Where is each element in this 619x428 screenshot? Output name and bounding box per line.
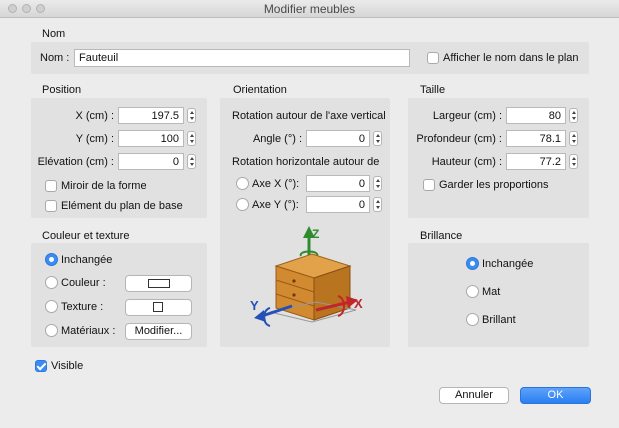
axis-y-label: Axe Y (°): bbox=[252, 199, 299, 211]
y-input[interactable]: 100 bbox=[118, 130, 184, 147]
angle-stepper[interactable] bbox=[373, 131, 382, 146]
width-input[interactable]: 80 bbox=[506, 107, 566, 124]
base-plan-item-label: Elément du plan de base bbox=[61, 200, 183, 212]
y-label: Y (cm) : bbox=[75, 133, 114, 145]
base-plan-item-checkbox[interactable] bbox=[45, 200, 57, 212]
materials-radio[interactable] bbox=[45, 324, 58, 337]
shiny-label: Brillant bbox=[482, 314, 516, 326]
color-texture-section-header: Couleur et texture bbox=[42, 230, 130, 242]
y-rotation-arc bbox=[263, 307, 271, 327]
window-title: Modifier meubles bbox=[263, 2, 356, 16]
position-section-header: Position bbox=[42, 84, 82, 96]
height-label: Hauteur (cm) : bbox=[431, 156, 502, 168]
angle-label: Angle (°) : bbox=[252, 133, 302, 145]
color-swatch bbox=[148, 279, 170, 288]
materials-label: Matériaux : bbox=[61, 325, 116, 337]
axis-y-stepper[interactable] bbox=[373, 197, 382, 212]
size-section-header: Taille bbox=[420, 84, 446, 96]
show-name-in-plan-label: Afficher le nom dans le plan bbox=[443, 52, 579, 64]
modify-materials-button[interactable]: Modifier... bbox=[125, 323, 192, 340]
axis-y-input[interactable]: 0 bbox=[306, 196, 370, 213]
axis-y-radio[interactable] bbox=[236, 198, 249, 211]
height-stepper[interactable] bbox=[569, 154, 578, 169]
color-radio[interactable] bbox=[45, 276, 58, 289]
elevation-stepper[interactable] bbox=[187, 154, 196, 169]
x-label: X (cm) : bbox=[75, 110, 115, 122]
vertical-rotation-label: Rotation autour de l'axe vertical bbox=[232, 110, 386, 122]
unchanged-color-radio[interactable] bbox=[45, 253, 58, 266]
visible-label: Visible bbox=[51, 360, 84, 372]
shininess-unchanged-radio[interactable] bbox=[466, 257, 479, 270]
mirror-shape-label: Miroir de la forme bbox=[61, 180, 147, 192]
matt-radio[interactable] bbox=[466, 285, 479, 298]
elevation-input[interactable]: 0 bbox=[118, 153, 184, 170]
matt-label: Mat bbox=[482, 286, 501, 298]
texture-swatch bbox=[153, 302, 163, 312]
keep-proportions-checkbox[interactable] bbox=[423, 179, 435, 191]
depth-stepper[interactable] bbox=[569, 131, 578, 146]
texture-label: Texture : bbox=[61, 301, 104, 313]
unchanged-color-label: Inchangée bbox=[61, 254, 113, 266]
height-input[interactable]: 77.2 bbox=[506, 153, 566, 170]
keep-proportions-label: Garder les proportions bbox=[439, 179, 549, 191]
visible-checkbox[interactable] bbox=[35, 360, 47, 372]
x-axis-label: X bbox=[354, 296, 363, 311]
axis-x-radio[interactable] bbox=[236, 177, 249, 190]
depth-input[interactable]: 78.1 bbox=[506, 130, 566, 147]
y-axis-label: Y bbox=[250, 298, 259, 313]
x-stepper[interactable] bbox=[187, 108, 196, 123]
axis-x-input[interactable]: 0 bbox=[306, 175, 370, 192]
color-label: Couleur : bbox=[61, 277, 106, 289]
name-label: Nom : bbox=[40, 52, 70, 64]
name-section-header: Nom bbox=[42, 28, 66, 40]
ok-button[interactable]: OK bbox=[520, 387, 591, 404]
drawer-knob-1 bbox=[292, 279, 296, 283]
depth-label: Profondeur (cm) : bbox=[416, 133, 502, 145]
drawer-knob-2 bbox=[292, 293, 296, 297]
texture-radio[interactable] bbox=[45, 300, 58, 313]
width-label: Largeur (cm) : bbox=[432, 110, 502, 122]
shininess-unchanged-label: Inchangée bbox=[482, 258, 534, 270]
width-stepper[interactable] bbox=[569, 108, 578, 123]
elevation-label: Elévation (cm) : bbox=[37, 156, 114, 168]
angle-input[interactable]: 0 bbox=[306, 130, 370, 147]
show-name-in-plan-checkbox[interactable] bbox=[427, 52, 439, 64]
mirror-shape-checkbox[interactable] bbox=[45, 180, 57, 192]
name-input[interactable]: Fauteuil bbox=[74, 49, 410, 67]
x-input[interactable]: 197.5 bbox=[118, 107, 184, 124]
shininess-section-header: Brillance bbox=[420, 230, 463, 242]
cancel-button[interactable]: Annuler bbox=[439, 387, 509, 404]
axis-x-stepper[interactable] bbox=[373, 176, 382, 191]
axis-x-label: Axe X (°): bbox=[252, 178, 300, 190]
horizontal-rotation-label: Rotation horizontale autour de bbox=[232, 156, 380, 168]
z-axis-label: Z bbox=[312, 227, 319, 241]
y-stepper[interactable] bbox=[187, 131, 196, 146]
orientation-section-header: Orientation bbox=[233, 84, 287, 96]
orientation-preview-image[interactable]: Z X Y bbox=[246, 222, 376, 334]
shiny-radio[interactable] bbox=[466, 313, 479, 326]
